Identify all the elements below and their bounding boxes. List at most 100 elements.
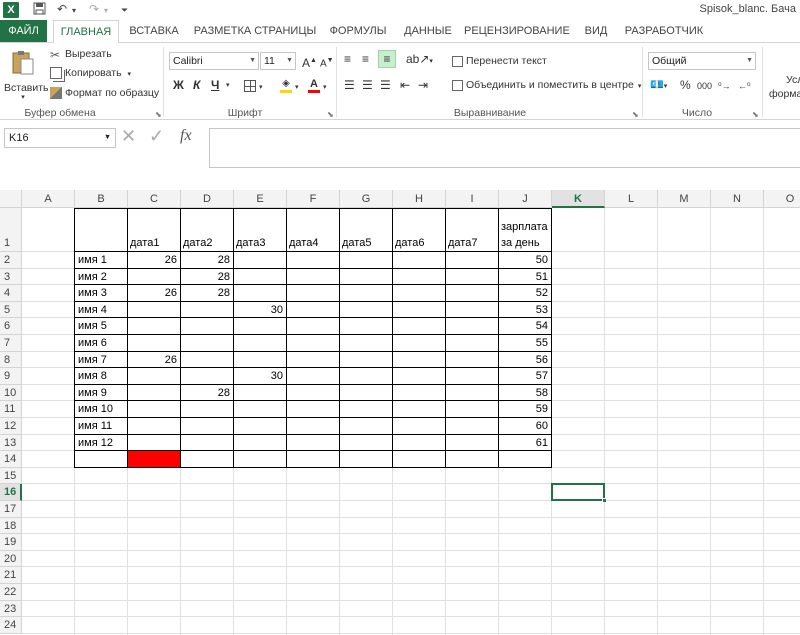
wrap-text-button[interactable]: Перенести текст <box>452 53 547 69</box>
row-header-3[interactable]: 3 <box>0 268 22 286</box>
column-header-a[interactable]: A <box>22 190 75 208</box>
italic-button[interactable]: К <box>193 77 200 93</box>
row-header-7[interactable]: 7 <box>0 335 22 352</box>
shrink-font-button[interactable]: A▼ <box>320 53 334 72</box>
column-header-h[interactable]: H <box>393 190 446 208</box>
value-cell[interactable]: 30 <box>234 304 283 316</box>
name-cell[interactable]: имя 5 <box>78 320 107 332</box>
merge-center-button[interactable]: Объединить и поместить в центре ▾ <box>452 77 641 95</box>
red-fill-cell[interactable] <box>128 451 181 468</box>
column-header-k[interactable]: K <box>552 190 605 208</box>
value-cell[interactable]: 26 <box>128 287 177 299</box>
align-left-button[interactable]: ☰ <box>344 77 355 93</box>
row-header-20[interactable]: 20 <box>0 550 22 568</box>
salary-cell[interactable]: 57 <box>499 370 548 382</box>
redo-dropdown-icon[interactable]: ▾ <box>104 6 108 15</box>
row-header-15[interactable]: 15 <box>0 467 22 485</box>
column-header-n[interactable]: N <box>711 190 764 208</box>
font-size-select[interactable]: 11 ▼ <box>260 52 296 70</box>
row-header-24[interactable]: 24 <box>0 617 22 634</box>
row-header-4[interactable]: 4 <box>0 285 22 302</box>
row-header-1[interactable]: 1 <box>0 208 22 252</box>
fill-handle[interactable] <box>602 498 607 503</box>
name-cell[interactable]: имя 12 <box>78 437 113 449</box>
salary-cell[interactable]: 51 <box>499 271 548 283</box>
underline-button[interactable]: Ч <box>211 77 219 93</box>
paste-button[interactable]: Вставить ▾ <box>4 49 49 101</box>
formula-input[interactable] <box>209 128 800 168</box>
decrease-decimal-button[interactable]: ←⁰ <box>738 78 751 94</box>
row-header-18[interactable]: 18 <box>0 517 22 535</box>
tab-formulas[interactable]: ФОРМУЛЫ <box>324 20 392 42</box>
salary-cell[interactable]: 61 <box>499 437 548 449</box>
underline-dropdown-icon[interactable]: ▾ <box>226 78 230 94</box>
active-cell-selection[interactable] <box>551 483 605 501</box>
row-header-17[interactable]: 17 <box>0 501 22 518</box>
undo-icon[interactable]: ↶ <box>57 2 67 16</box>
enter-icon[interactable]: ✓ <box>149 127 164 145</box>
customize-qat-icon[interactable]: ⏷ <box>121 5 128 16</box>
row-header-10[interactable]: 10 <box>0 384 22 402</box>
increase-decimal-button[interactable]: ⁰→ <box>718 78 731 94</box>
name-cell[interactable]: имя 6 <box>78 337 107 349</box>
value-cell[interactable]: 30 <box>234 370 283 382</box>
salary-cell[interactable]: 60 <box>499 420 548 432</box>
value-cell[interactable]: 28 <box>181 271 230 283</box>
name-cell[interactable]: имя 4 <box>78 304 107 316</box>
row-header-12[interactable]: 12 <box>0 418 22 435</box>
format-painter-button[interactable]: Формат по образцу <box>50 85 159 101</box>
fill-color-button[interactable]: ◈ ▾ <box>280 78 299 96</box>
row-header-22[interactable]: 22 <box>0 584 22 601</box>
row-header-14[interactable]: 14 <box>0 451 22 468</box>
font-name-select[interactable]: Calibri ▼ <box>169 52 259 70</box>
column-header-j[interactable]: J <box>499 190 552 208</box>
row-header-13[interactable]: 13 <box>0 434 22 452</box>
value-cell[interactable]: 28 <box>181 254 230 266</box>
column-header-e[interactable]: E <box>234 190 287 208</box>
name-cell[interactable]: имя 8 <box>78 370 107 382</box>
thousands-separator-button[interactable]: 000 <box>697 78 712 94</box>
salary-cell[interactable]: 56 <box>499 354 548 366</box>
name-box[interactable]: K16 ▼ <box>4 128 116 148</box>
number-format-select[interactable]: Общий ▼ <box>648 52 756 70</box>
row-header-5[interactable]: 5 <box>0 301 22 319</box>
increase-indent-button[interactable]: ⇥ <box>418 77 428 93</box>
salary-cell[interactable]: 52 <box>499 287 548 299</box>
font-color-button[interactable]: A ▾ <box>308 78 327 96</box>
percent-button[interactable]: % <box>680 77 691 93</box>
column-header-d[interactable]: D <box>181 190 234 208</box>
save-icon[interactable] <box>33 2 46 18</box>
tab-developer[interactable]: РАЗРАБОТЧИК <box>622 20 706 42</box>
redo-icon[interactable]: ↷ <box>89 2 99 16</box>
row-header-21[interactable]: 21 <box>0 567 22 584</box>
column-header-o[interactable]: O <box>764 190 800 208</box>
column-header-l[interactable]: L <box>605 190 658 208</box>
column-header-b[interactable]: B <box>75 190 128 208</box>
insert-function-icon[interactable]: fx <box>180 128 192 144</box>
value-cell[interactable]: 26 <box>128 354 177 366</box>
salary-cell[interactable]: 59 <box>499 403 548 415</box>
grow-font-button[interactable]: A▲ <box>302 53 317 71</box>
cut-button[interactable]: ✂ Вырезать <box>50 46 112 62</box>
conditional-formatting-button[interactable]: Усл форма <box>768 73 800 101</box>
value-cell[interactable]: 26 <box>128 254 177 266</box>
salary-cell[interactable]: 58 <box>499 387 548 399</box>
name-cell[interactable]: имя 3 <box>78 287 107 299</box>
bold-button[interactable]: Ж <box>173 77 184 93</box>
salary-cell[interactable]: 54 <box>499 320 548 332</box>
tab-insert[interactable]: ВСТАВКА <box>124 20 184 42</box>
name-cell[interactable]: имя 2 <box>78 271 107 283</box>
row-header-9[interactable]: 9 <box>0 368 22 385</box>
row-header-16[interactable]: 16 <box>0 484 22 501</box>
column-header-c[interactable]: C <box>128 190 181 208</box>
column-header-f[interactable]: F <box>287 190 340 208</box>
name-cell[interactable]: имя 10 <box>78 403 113 415</box>
row-header-11[interactable]: 11 <box>0 401 22 418</box>
tab-view[interactable]: ВИД <box>578 20 614 42</box>
value-cell[interactable]: 28 <box>181 287 230 299</box>
name-cell[interactable]: имя 7 <box>78 354 107 366</box>
value-cell[interactable]: 28 <box>181 387 230 399</box>
tab-data[interactable]: ДАННЫЕ <box>400 20 456 42</box>
align-bottom-button[interactable]: ≡ <box>378 50 396 68</box>
decrease-indent-button[interactable]: ⇤ <box>400 77 410 93</box>
